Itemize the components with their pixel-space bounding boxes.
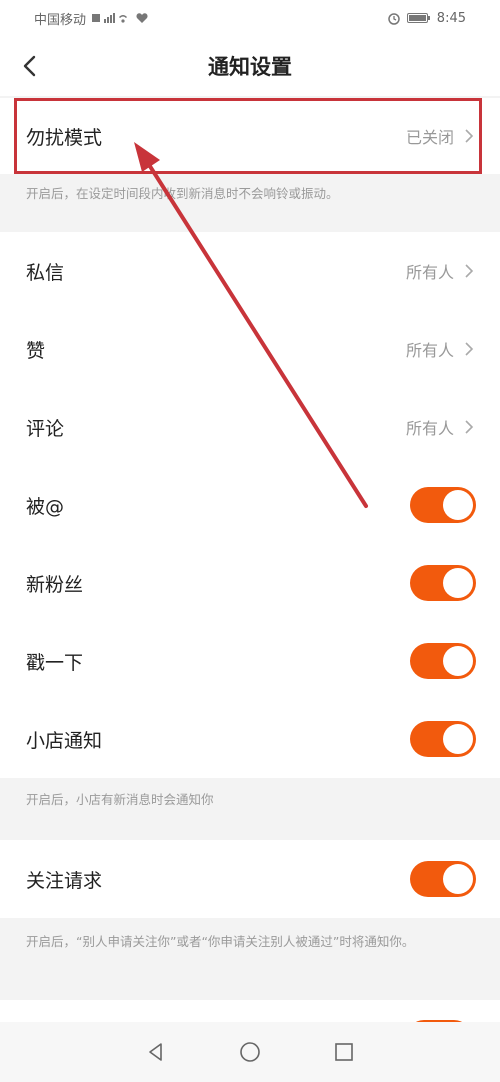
setting-row-shop: 小店通知: [0, 700, 500, 778]
chevron-right-icon: [465, 342, 474, 356]
private-message-value-group: 所有人: [406, 259, 476, 283]
shop-hint: 开启后，小店有新消息时会通知你: [26, 792, 214, 807]
status-left: 中国移动: [34, 9, 148, 28]
battery-icon: [406, 13, 430, 23]
setting-row-private-message[interactable]: 私信 所有人: [0, 232, 500, 310]
status-right: 8:45: [387, 11, 466, 26]
dnd-value-group: 已关闭: [406, 124, 476, 148]
dnd-value: 已关闭: [405, 128, 454, 147]
dnd-label: 勿扰模式: [26, 126, 103, 149]
toggle-knob: [443, 646, 473, 676]
comments-value-group: 所有人: [406, 415, 476, 439]
status-time: 8:45: [436, 10, 466, 26]
nav-bar: 通知设置: [0, 36, 500, 96]
setting-row-comments[interactable]: 评论 所有人: [0, 388, 500, 466]
private-message-value: 所有人: [405, 263, 454, 282]
toggle-knob: [443, 724, 473, 754]
likes-value: 所有人: [405, 341, 454, 360]
new-fans-toggle[interactable]: [410, 565, 476, 601]
likes-label: 赞: [26, 339, 46, 362]
setting-row-mentioned: 被@: [0, 466, 500, 544]
setting-row-partial: [0, 1000, 500, 1022]
system-nav-bar: [0, 1022, 500, 1082]
status-bar: 中国移动 8:45: [0, 0, 500, 36]
page-title: 通知设置: [208, 55, 292, 79]
shop-label: 小店通知: [26, 729, 103, 752]
comments-label: 评论: [26, 417, 65, 440]
toggle-knob: [443, 490, 473, 520]
mentioned-toggle[interactable]: [410, 487, 476, 523]
chevron-right-icon: [465, 420, 474, 434]
mentioned-label: 被@: [26, 495, 65, 518]
heart-icon: [136, 13, 148, 23]
dnd-hint: 开启后，在设定时间段内收到新消息时不会响铃或振动。: [26, 186, 339, 201]
shop-toggle[interactable]: [410, 721, 476, 757]
carrier-name: 中国移动: [34, 12, 87, 28]
setting-row-poke: 戳一下: [0, 622, 500, 700]
square-recent-icon[interactable]: [333, 1041, 355, 1063]
follow-request-label: 关注请求: [26, 869, 103, 892]
toggle-knob: [443, 864, 473, 894]
circle-home-icon[interactable]: [238, 1040, 262, 1064]
follow-request-hint: 开启后，“别人申请关注你”或者“你申请关注别人被通过”时将通知你。: [26, 934, 415, 949]
new-fans-label: 新粉丝: [26, 573, 84, 596]
setting-row-likes[interactable]: 赞 所有人: [0, 310, 500, 388]
chevron-left-icon: [23, 55, 36, 77]
comments-value: 所有人: [405, 419, 454, 438]
signal-icon: [92, 13, 128, 23]
chevron-right-icon: [465, 264, 474, 278]
poke-toggle[interactable]: [410, 643, 476, 679]
likes-value-group: 所有人: [406, 337, 476, 361]
back-button[interactable]: [10, 46, 50, 86]
setting-row-new-fans: 新粉丝: [0, 544, 500, 622]
private-message-label: 私信: [26, 261, 65, 284]
poke-label: 戳一下: [26, 651, 84, 674]
chevron-right-icon: [465, 129, 474, 143]
follow-request-toggle[interactable]: [410, 861, 476, 897]
toggle-knob: [443, 568, 473, 598]
setting-row-dnd[interactable]: 勿扰模式 已关闭: [0, 98, 500, 174]
alarm-icon: [388, 13, 400, 25]
setting-row-follow-request: 关注请求: [0, 840, 500, 918]
triangle-back-icon[interactable]: [145, 1041, 167, 1063]
